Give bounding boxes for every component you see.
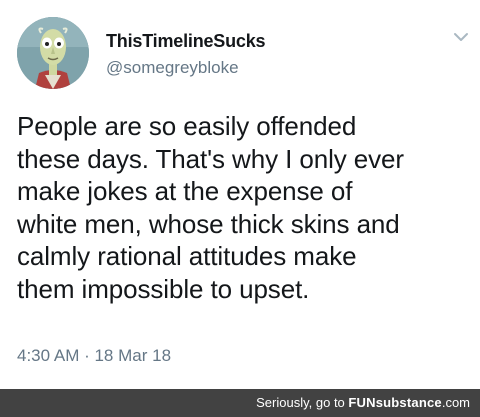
watermark-brand: FUNsubstance bbox=[348, 395, 442, 410]
avatar[interactable] bbox=[17, 17, 89, 89]
user-handle[interactable]: @somegreybloke bbox=[106, 58, 239, 78]
watermark-bar: Seriously, go to FUNsubstance.com bbox=[0, 389, 480, 417]
watermark-text: Seriously, go to FUNsubstance.com bbox=[256, 395, 470, 410]
tweet-text: People are so easily offended these days… bbox=[17, 111, 404, 304]
chevron-down-icon[interactable] bbox=[450, 26, 472, 48]
avatar-image bbox=[17, 17, 89, 89]
display-name[interactable]: ThisTimelineSucks bbox=[106, 31, 266, 52]
tweet-card: ThisTimelineSucks @somegreybloke People … bbox=[0, 0, 480, 389]
watermark-prefix: Seriously, go to bbox=[256, 395, 349, 410]
watermark-suffix: .com bbox=[441, 395, 470, 410]
tweet-timestamp[interactable]: 4:30 AM · 18 Mar 18 bbox=[17, 346, 171, 366]
